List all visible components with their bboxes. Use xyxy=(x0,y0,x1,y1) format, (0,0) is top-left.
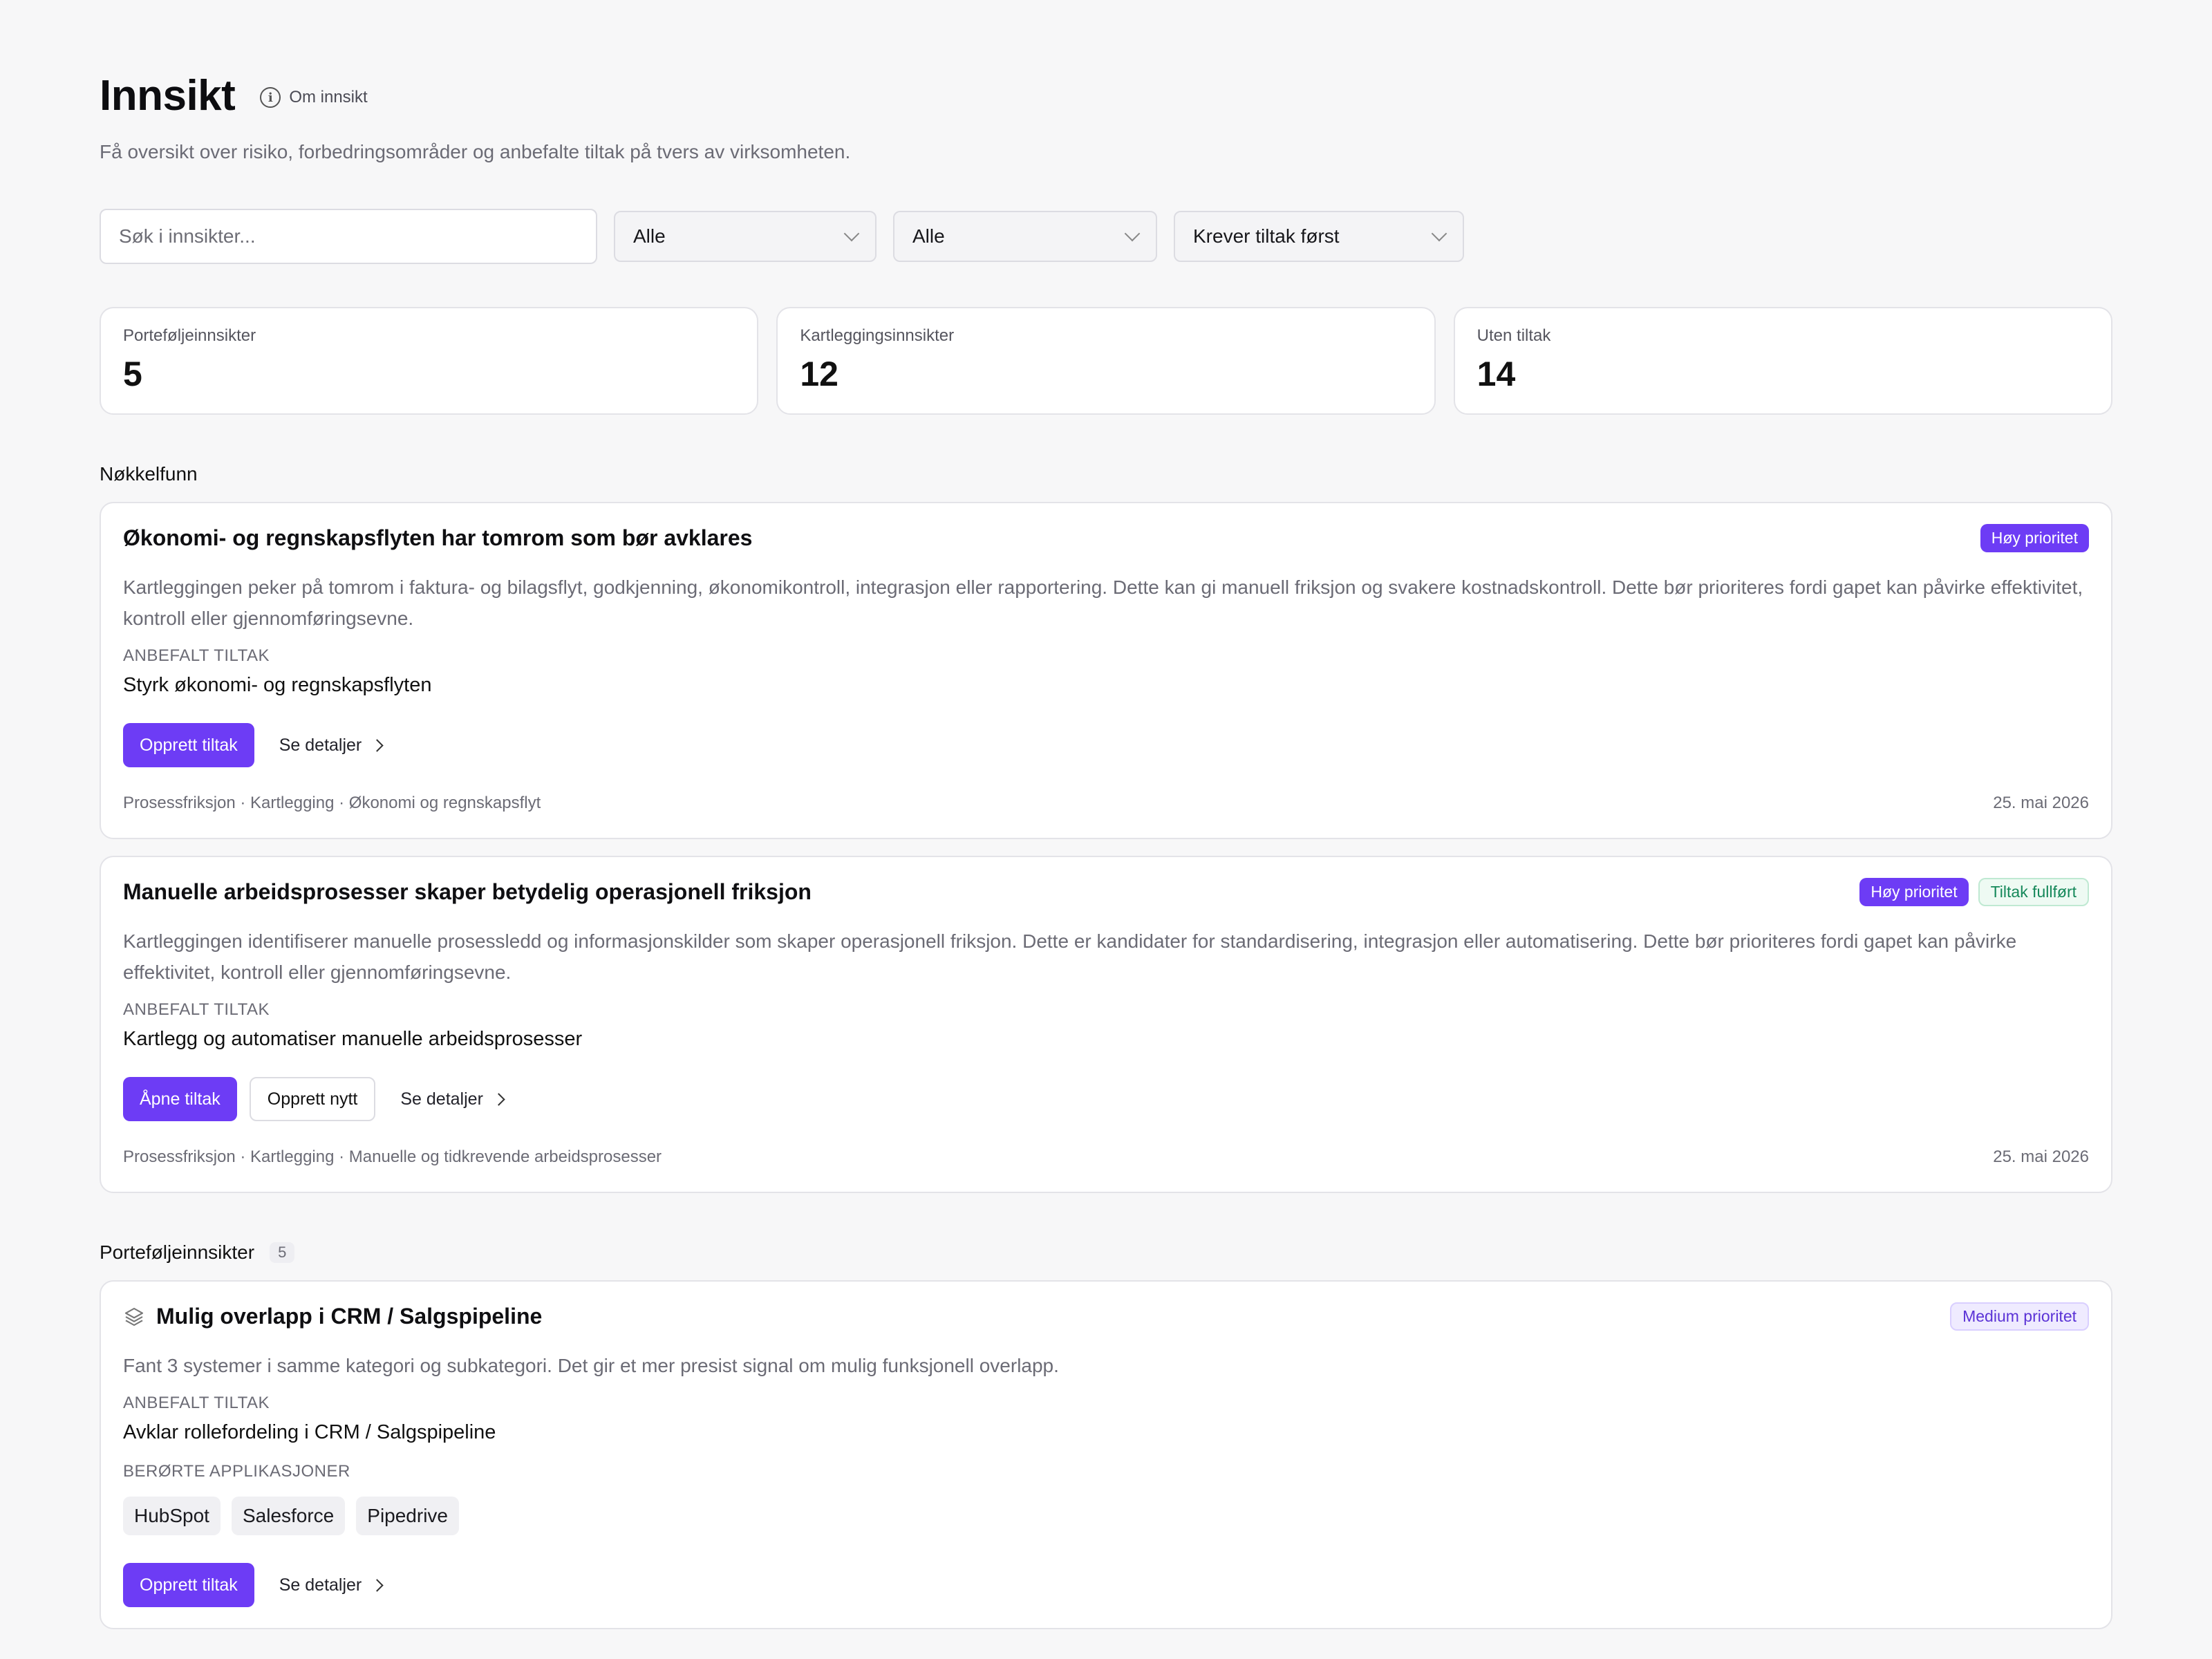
card-title: Mulig overlapp i CRM / Salgspipeline xyxy=(156,1304,543,1329)
card-header: Økonomi- og regnskapsflyten har tomrom s… xyxy=(123,524,2089,552)
card-header: Manuelle arbeidsprosesser skaper betydel… xyxy=(123,878,2089,906)
chevron-right-icon xyxy=(492,1092,505,1106)
card-date: 25. mai 2026 xyxy=(1993,794,2089,812)
card-actions: Åpne tiltak Opprett nytt Se detaljer xyxy=(123,1077,2089,1121)
priority-badge: Høy prioritet xyxy=(1859,878,1969,906)
badge-group: Høy prioritet Tiltak fullført xyxy=(1859,878,2089,906)
card-footer: Prosessfriksjon · Kartlegging · Økonomi … xyxy=(123,794,2089,838)
type-filter-select[interactable]: Alle xyxy=(614,211,877,262)
about-insights-label: Om innsikt xyxy=(289,88,368,106)
card-title-wrap: Mulig overlapp i CRM / Salgspipeline xyxy=(123,1304,542,1329)
card-meta: Prosessfriksjon · Kartlegging · Manuelle… xyxy=(123,1147,662,1166)
card-title: Økonomi- og regnskapsflyten har tomrom s… xyxy=(123,525,753,550)
chevron-right-icon xyxy=(371,738,384,752)
portfolio-heading: Porteføljeinnsikter 5 xyxy=(100,1241,2112,1264)
stats-row: Porteføljeinnsikter 5 Kartleggingsinnsik… xyxy=(100,307,2112,415)
page-subtitle: Få oversikt over risiko, forbedringsområ… xyxy=(100,141,851,162)
about-insights-link[interactable]: i Om innsikt xyxy=(260,87,368,108)
insights-page: Innsikt i Om innsikt Få oversikt over ri… xyxy=(0,0,2212,1659)
status-badge: Tiltak fullført xyxy=(1978,878,2089,906)
priority-badge: Medium prioritet xyxy=(1950,1302,2089,1331)
priority-filter-select[interactable]: Alle xyxy=(893,211,1157,262)
stat-value: 5 xyxy=(123,355,142,393)
priority-filter-value: Alle xyxy=(912,225,945,247)
open-action-button[interactable]: Åpne tiltak xyxy=(123,1077,237,1121)
page-title: Innsikt xyxy=(100,71,236,120)
stat-card-portfolio: Porteføljeinnsikter 5 xyxy=(100,307,759,415)
portfolio-card: Mulig overlapp i CRM / Salgspipeline Med… xyxy=(100,1280,2112,1629)
card-actions: Opprett tiltak Se detaljer xyxy=(123,1563,2089,1628)
create-action-button[interactable]: Opprett tiltak xyxy=(123,1563,254,1607)
recommended-action: Avklar rollefordeling i CRM / Salgspipel… xyxy=(123,1421,496,1443)
sort-value: Krever tiltak først xyxy=(1193,225,1340,247)
app-chip: Salesforce xyxy=(231,1497,346,1535)
stat-label: Porteføljeinnsikter xyxy=(123,326,256,345)
recommended-action: Styrk økonomi- og regnskapsflyten xyxy=(123,674,432,696)
recommended-action-label: ANBEFALT TILTAK xyxy=(123,1394,270,1412)
stat-label: Uten tiltak xyxy=(1477,326,1551,345)
see-details-label: Se detaljer xyxy=(400,1089,483,1109)
card-description: Kartleggingen identifiserer manuelle pro… xyxy=(123,930,2017,983)
badge-group: Høy prioritet xyxy=(1980,524,2089,552)
app-chip: Pipedrive xyxy=(356,1497,459,1535)
card-footer: Prosessfriksjon · Kartlegging · Manuelle… xyxy=(123,1147,2089,1192)
badge-group: Medium prioritet xyxy=(1950,1302,2089,1331)
finding-card: Økonomi- og regnskapsflyten har tomrom s… xyxy=(100,502,2112,839)
stat-card-mapping: Kartleggingsinnsikter 12 xyxy=(776,307,1436,415)
section-title: Porteføljeinnsikter xyxy=(100,1241,255,1263)
stat-value: 12 xyxy=(800,355,838,393)
card-actions: Opprett tiltak Se detaljer xyxy=(123,723,2089,767)
priority-badge: Høy prioritet xyxy=(1980,524,2089,552)
key-findings-heading: Nøkkelfunn xyxy=(100,463,2112,485)
chevron-down-icon xyxy=(1124,225,1141,242)
create-new-button[interactable]: Opprett nytt xyxy=(249,1077,376,1121)
count-badge: 5 xyxy=(270,1242,295,1263)
see-details-label: Se detaljer xyxy=(279,1575,362,1595)
stat-label: Kartleggingsinnsikter xyxy=(800,326,955,345)
filter-bar: Alle Alle Krever tiltak først xyxy=(100,209,2112,264)
finding-card: Manuelle arbeidsprosesser skaper betydel… xyxy=(100,856,2112,1193)
card-meta: Prosessfriksjon · Kartlegging · Økonomi … xyxy=(123,794,541,812)
info-icon: i xyxy=(260,87,281,108)
type-filter-value: Alle xyxy=(633,225,666,247)
see-details-link[interactable]: Se detaljer xyxy=(267,735,395,756)
card-description: Fant 3 systemer i samme kategori og subk… xyxy=(123,1355,1059,1376)
page-header: Innsikt i Om innsikt xyxy=(100,66,2112,124)
card-header: Mulig overlapp i CRM / Salgspipeline Med… xyxy=(123,1302,2089,1331)
recommended-action-label: ANBEFALT TILTAK xyxy=(123,1000,270,1019)
search-input[interactable] xyxy=(100,209,597,264)
chevron-right-icon xyxy=(371,1578,384,1592)
chevron-down-icon xyxy=(1431,225,1447,242)
sort-select[interactable]: Krever tiltak først xyxy=(1174,211,1464,262)
app-chip: HubSpot xyxy=(123,1497,221,1535)
affected-apps-label: BERØRTE APPLIKASJONER xyxy=(123,1462,350,1481)
card-title: Manuelle arbeidsprosesser skaper betydel… xyxy=(123,879,812,904)
see-details-link[interactable]: Se detaljer xyxy=(388,1089,516,1109)
stat-value: 14 xyxy=(1477,355,1516,393)
recommended-action: Kartlegg og automatiser manuelle arbeids… xyxy=(123,1028,583,1050)
card-description: Kartleggingen peker på tomrom i faktura-… xyxy=(123,577,2083,629)
stat-card-without-action: Uten tiltak 14 xyxy=(1453,307,2112,415)
section-title: Nøkkelfunn xyxy=(100,463,198,485)
see-details-link[interactable]: Se detaljer xyxy=(267,1575,395,1595)
create-action-button[interactable]: Opprett tiltak xyxy=(123,723,254,767)
card-date: 25. mai 2026 xyxy=(1993,1147,2089,1166)
see-details-label: Se detaljer xyxy=(279,735,362,755)
recommended-action-label: ANBEFALT TILTAK xyxy=(123,646,270,665)
layers-icon xyxy=(124,1307,144,1326)
app-chips: HubSpot Salesforce Pipedrive xyxy=(123,1497,2089,1535)
chevron-down-icon xyxy=(843,225,860,242)
